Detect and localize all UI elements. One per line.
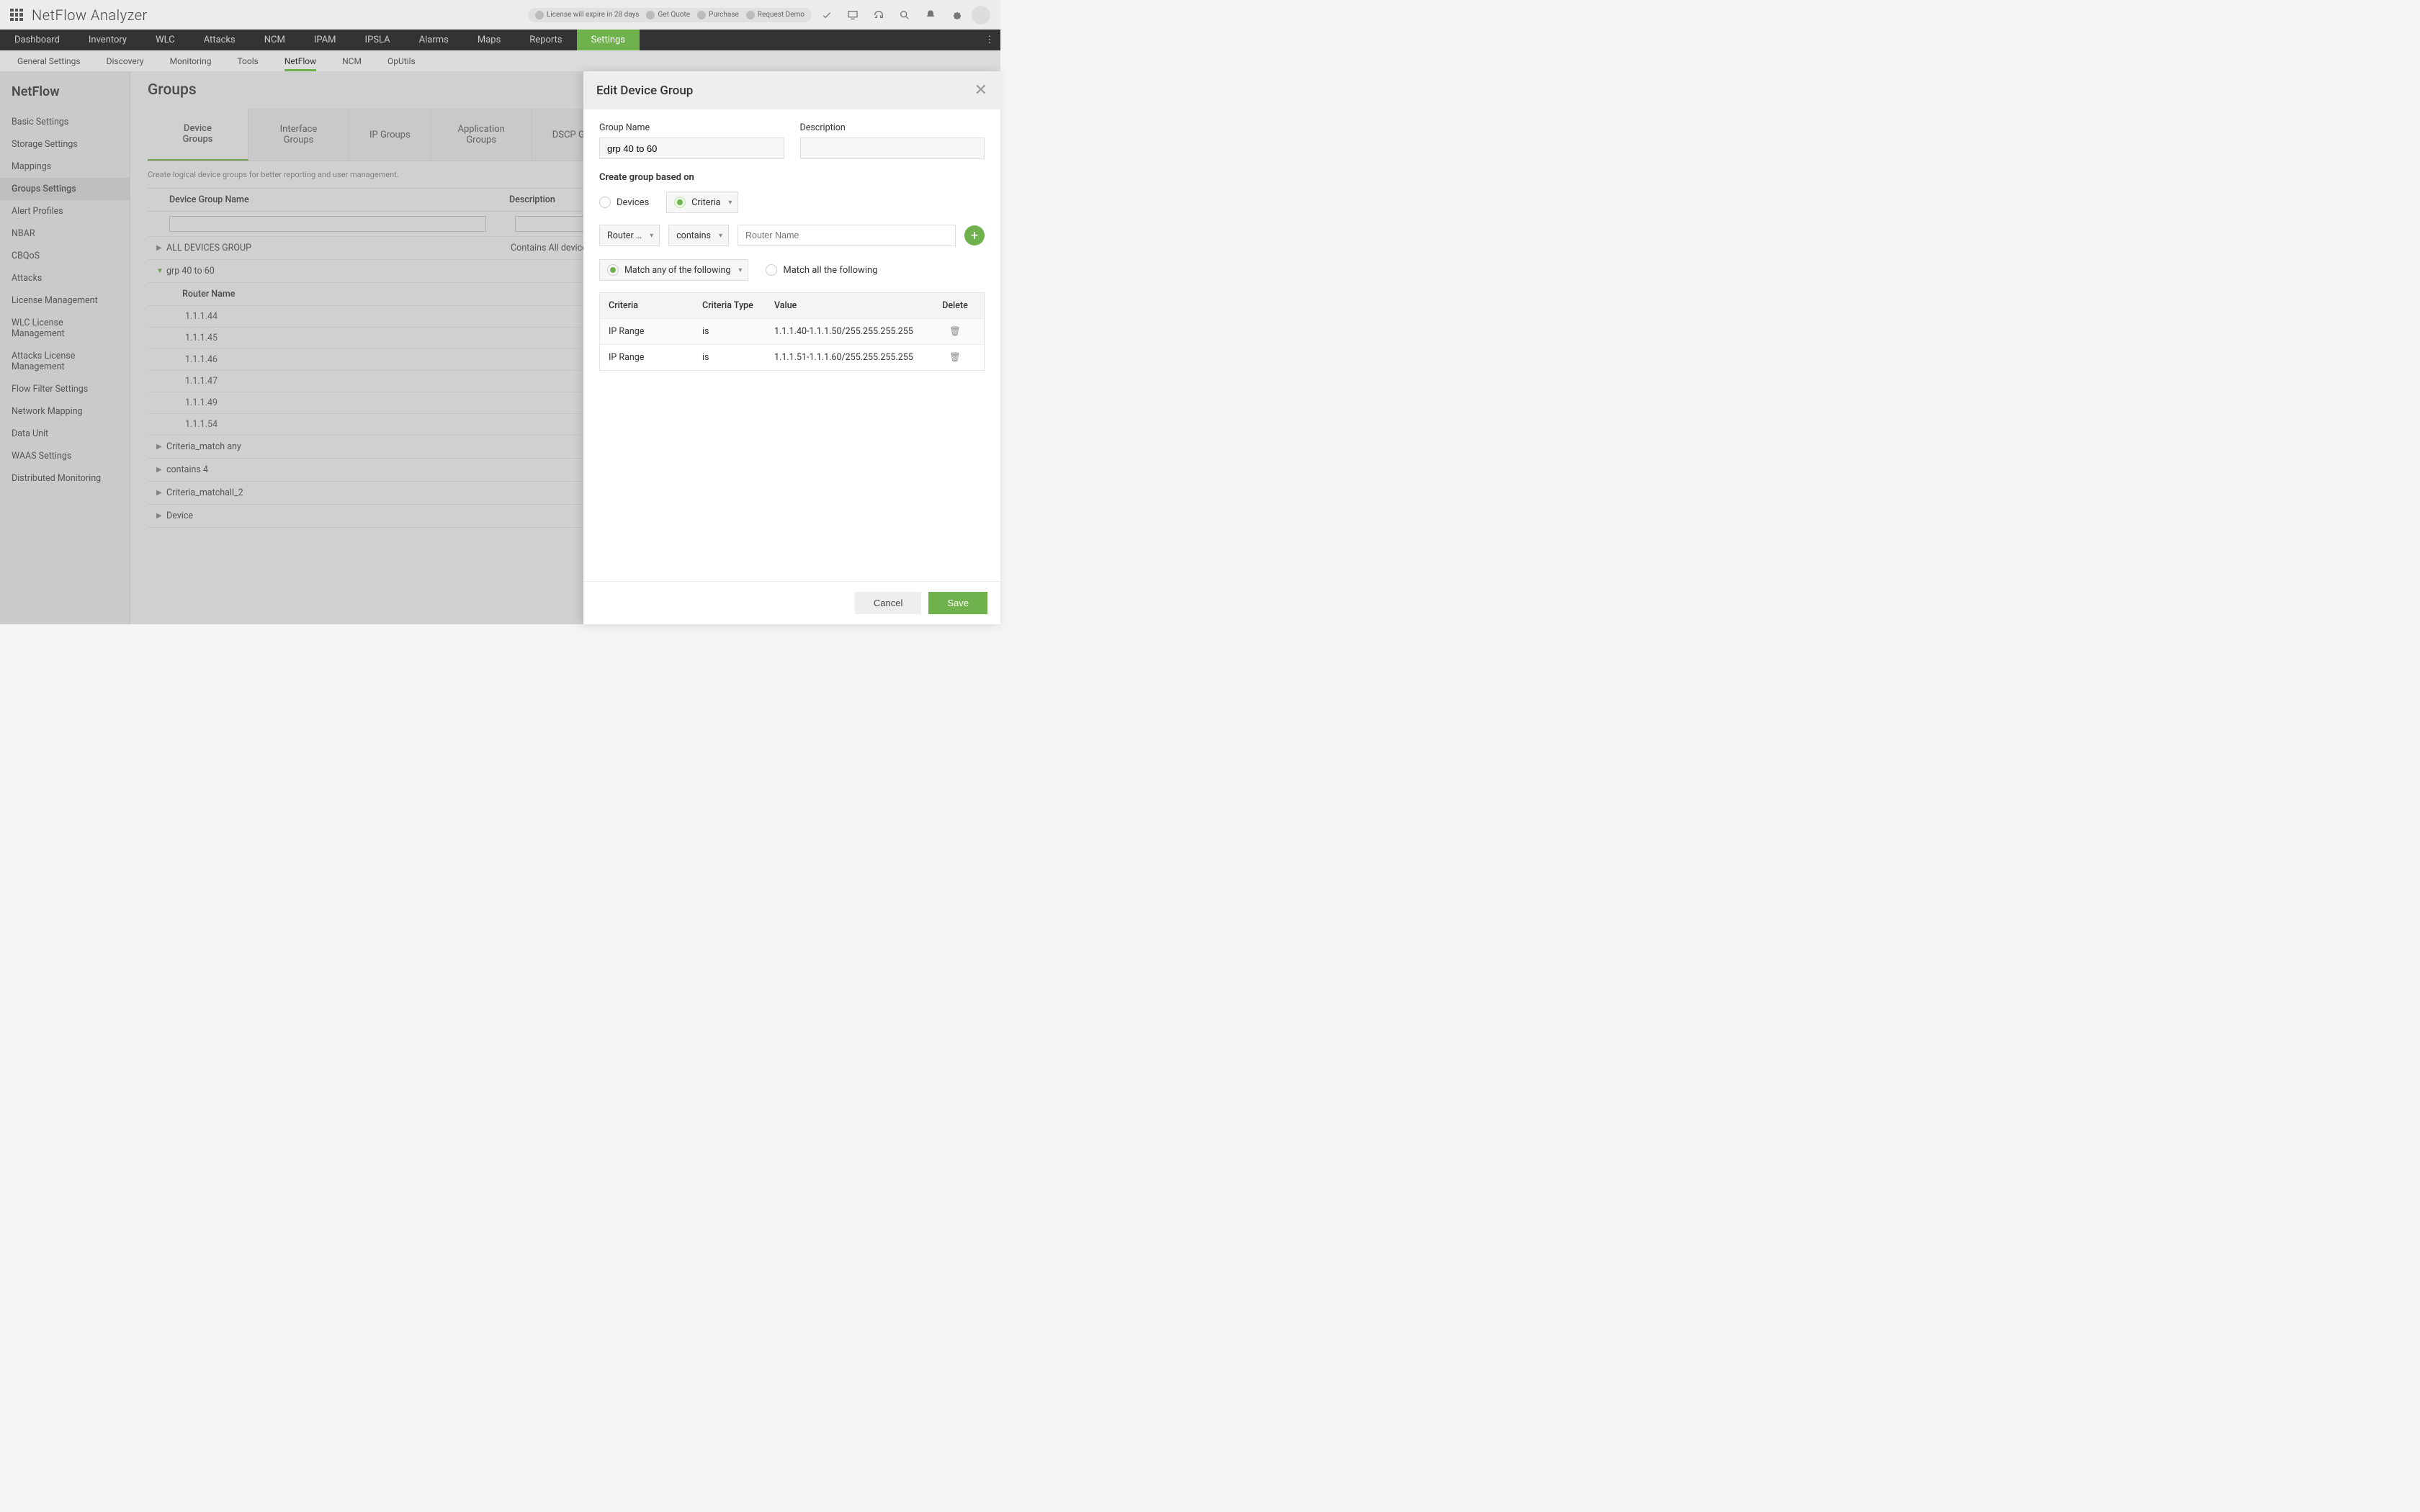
- crit-h1: Criteria: [600, 293, 694, 318]
- description-label: Description: [800, 122, 985, 133]
- subnav-general-settings[interactable]: General Settings: [4, 50, 94, 71]
- match-all-radio[interactable]: Match all the following: [766, 264, 877, 276]
- headset-icon[interactable]: [872, 9, 885, 22]
- mainnav-inventory[interactable]: Inventory: [74, 30, 141, 50]
- match-any-radio[interactable]: Match any of the following: [599, 259, 748, 281]
- description-input[interactable]: [800, 138, 985, 159]
- cart-icon: [697, 11, 706, 19]
- close-icon[interactable]: ✕: [974, 81, 987, 99]
- panel-header: Edit Device Group ✕: [583, 71, 1000, 109]
- cancel-button[interactable]: Cancel: [855, 592, 921, 614]
- subnav-ncm[interactable]: NCM: [329, 50, 375, 71]
- trash-icon[interactable]: 🗑: [949, 352, 961, 363]
- crit-h3: Value: [766, 293, 926, 318]
- mainnav-alarms[interactable]: Alarms: [405, 30, 463, 50]
- mainnav-wlc[interactable]: WLC: [141, 30, 189, 50]
- subnav-monitoring[interactable]: Monitoring: [157, 50, 225, 71]
- criteria-table: Criteria Criteria Type Value Delete IP R…: [599, 292, 985, 371]
- demo-icon: [746, 11, 755, 19]
- rocket-icon[interactable]: [820, 9, 833, 22]
- criteria-value-input[interactable]: [738, 225, 956, 246]
- mainnav-maps[interactable]: Maps: [463, 30, 515, 50]
- criteria-row: IP Rangeis1.1.1.51-1.1.1.60/255.255.255.…: [600, 344, 984, 370]
- basis-label: Create group based on: [599, 172, 985, 183]
- mainnav-reports[interactable]: Reports: [515, 30, 576, 50]
- bell-icon[interactable]: [924, 9, 937, 22]
- mainnav-more-icon[interactable]: ⋮: [979, 30, 1000, 50]
- group-name-input[interactable]: [599, 138, 784, 159]
- mainnav-ncm[interactable]: NCM: [250, 30, 300, 50]
- mainnav-attacks[interactable]: Attacks: [189, 30, 250, 50]
- save-button[interactable]: Save: [928, 592, 987, 614]
- mainnav-settings[interactable]: Settings: [577, 30, 640, 50]
- purchase-link[interactable]: Purchase: [697, 11, 739, 19]
- apps-grid-icon[interactable]: [10, 9, 23, 22]
- trash-icon[interactable]: 🗑: [949, 326, 961, 337]
- subnav-tools[interactable]: Tools: [224, 50, 271, 71]
- avatar[interactable]: [972, 6, 990, 24]
- panel-title: Edit Device Group: [596, 84, 693, 98]
- subnav-oputils[interactable]: OpUtils: [375, 50, 429, 71]
- request-demo-link[interactable]: Request Demo: [746, 11, 805, 19]
- crit-h4: Delete: [926, 293, 984, 318]
- license-expiry[interactable]: License will expire in 28 days: [535, 11, 640, 19]
- sub-nav: General SettingsDiscoveryMonitoringTools…: [0, 50, 1000, 71]
- app-logo: NetFlow Analyzer: [32, 6, 148, 24]
- criteria-op-select[interactable]: contains: [668, 225, 729, 246]
- license-pill: License will expire in 28 days Get Quote…: [528, 8, 812, 22]
- mainnav-ipam[interactable]: IPAM: [300, 30, 351, 50]
- topbar: NetFlow Analyzer License will expire in …: [0, 0, 1000, 30]
- criteria-field-select[interactable]: Router …: [599, 225, 660, 246]
- gear-icon[interactable]: [950, 9, 963, 22]
- get-quote-link[interactable]: Get Quote: [646, 11, 690, 19]
- dollar-icon: [646, 11, 655, 19]
- edit-device-group-panel: Edit Device Group ✕ Group Name Descripti…: [583, 71, 1000, 624]
- mainnav-ipsla[interactable]: IPSLA: [351, 30, 405, 50]
- subnav-discovery[interactable]: Discovery: [94, 50, 157, 71]
- mainnav-dashboard[interactable]: Dashboard: [0, 30, 74, 50]
- add-criteria-button[interactable]: +: [964, 225, 985, 246]
- crit-h2: Criteria Type: [694, 293, 766, 318]
- clock-icon: [535, 11, 544, 19]
- criteria-row: IP Rangeis1.1.1.40-1.1.1.50/255.255.255.…: [600, 318, 984, 344]
- basis-criteria-radio[interactable]: Criteria: [666, 192, 738, 213]
- basis-devices-radio[interactable]: Devices: [599, 197, 649, 208]
- group-name-label: Group Name: [599, 122, 784, 133]
- subnav-netflow[interactable]: NetFlow: [272, 50, 329, 71]
- main-nav: DashboardInventoryWLCAttacksNCMIPAMIPSLA…: [0, 30, 1000, 50]
- search-icon[interactable]: [898, 9, 911, 22]
- monitor-icon[interactable]: [846, 9, 859, 22]
